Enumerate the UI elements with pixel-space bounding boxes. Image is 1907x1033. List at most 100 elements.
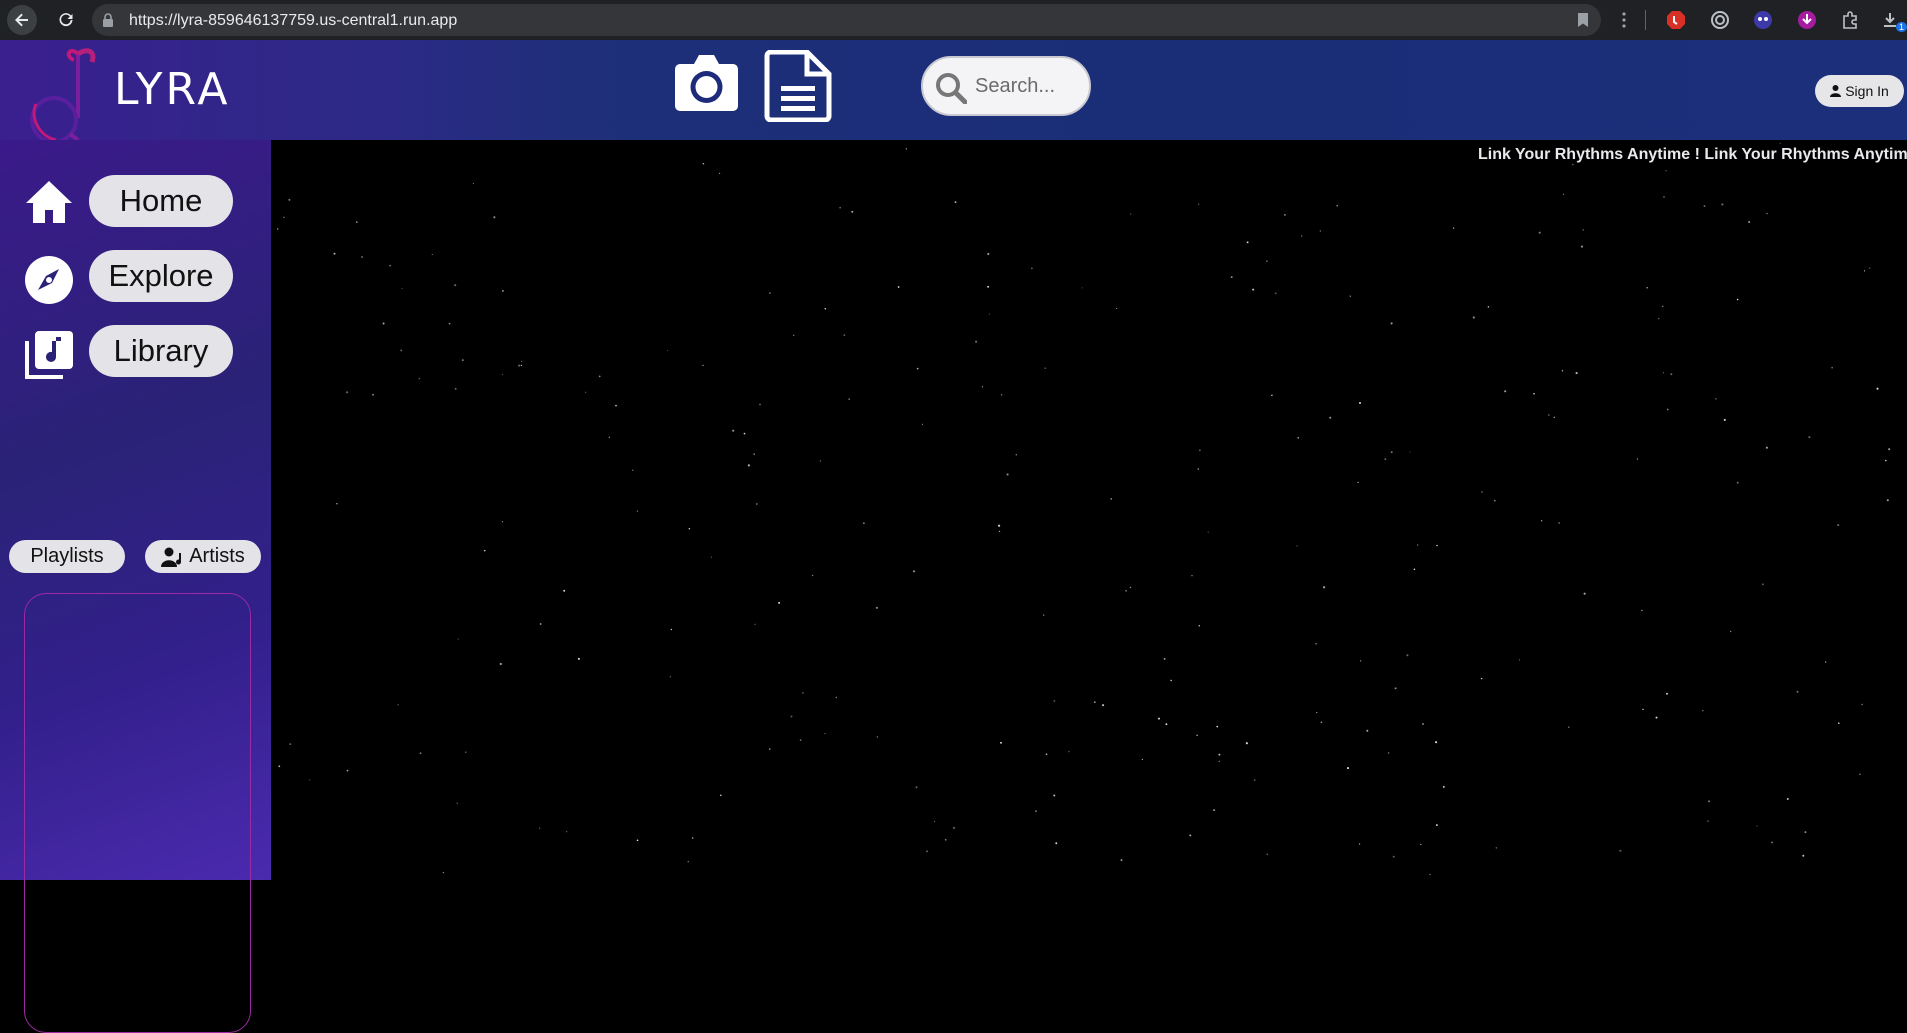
tab-playlists[interactable]: Playlists <box>9 540 125 573</box>
sidebar-item-home[interactable]: Home <box>0 175 271 261</box>
star <box>1296 545 1298 547</box>
logo-icon[interactable] <box>24 44 104 142</box>
target-extension-icon[interactable] <box>1710 10 1730 30</box>
star <box>520 364 523 367</box>
star <box>1580 245 1584 248</box>
reload-icon <box>59 13 73 27</box>
star <box>1366 729 1369 732</box>
explore-button[interactable]: Explore <box>89 250 233 302</box>
star <box>1547 414 1550 416</box>
star <box>1230 276 1233 279</box>
star <box>1125 589 1127 592</box>
star <box>1859 773 1861 775</box>
star <box>944 838 947 841</box>
document-icon[interactable] <box>763 50 833 122</box>
music-library-icon[interactable] <box>22 328 76 382</box>
star <box>667 349 669 351</box>
sign-in-button[interactable]: Sign In <box>1815 75 1904 107</box>
star <box>952 826 956 829</box>
star <box>1824 661 1827 663</box>
camera-icon[interactable] <box>674 52 739 112</box>
star <box>1495 847 1497 849</box>
compass-icon[interactable] <box>22 253 76 307</box>
download-badge: 1 <box>1896 22 1907 32</box>
search-input[interactable] <box>973 70 1083 102</box>
star <box>1646 286 1648 289</box>
home-icon[interactable] <box>22 175 76 229</box>
adblock-extension-icon[interactable] <box>1666 10 1686 30</box>
star <box>1802 854 1805 857</box>
star <box>1213 809 1215 811</box>
back-arrow-icon <box>15 13 28 27</box>
playlists-label: Playlists <box>30 545 104 567</box>
star <box>1102 704 1105 707</box>
star <box>1141 758 1143 760</box>
sidebar-item-explore[interactable]: Explore <box>0 250 271 336</box>
star <box>1831 366 1833 369</box>
star <box>819 460 821 462</box>
user-music-icon <box>161 547 182 567</box>
search-box[interactable] <box>921 56 1091 116</box>
star <box>1553 416 1555 418</box>
star <box>981 386 983 388</box>
star <box>1246 241 1249 244</box>
star <box>824 307 827 310</box>
address-bar[interactable]: https://lyra-859646137759.us-central1.ru… <box>92 4 1601 36</box>
bookmark-icon[interactable] <box>1577 12 1589 28</box>
star <box>702 364 704 367</box>
star <box>1189 834 1192 837</box>
star <box>778 601 781 604</box>
star <box>1387 752 1390 754</box>
star <box>1723 418 1726 421</box>
star <box>1558 522 1560 524</box>
library-button[interactable]: Library <box>89 325 233 377</box>
star <box>1568 726 1570 728</box>
star <box>1429 873 1431 876</box>
star <box>1053 700 1056 702</box>
star <box>448 322 451 325</box>
download-extension-icon[interactable] <box>1797 10 1817 30</box>
star <box>1666 408 1669 411</box>
star <box>1435 741 1438 744</box>
star <box>1808 436 1811 439</box>
star <box>1199 449 1201 451</box>
star <box>1409 451 1411 453</box>
more-vert-icon[interactable] <box>1621 12 1627 28</box>
star <box>382 322 385 325</box>
star <box>1271 394 1273 397</box>
star <box>615 404 617 407</box>
star <box>1006 473 1009 476</box>
star <box>1538 231 1541 234</box>
star <box>1442 785 1445 788</box>
back-button[interactable] <box>7 5 37 35</box>
star <box>1130 213 1132 215</box>
star <box>1708 800 1710 803</box>
star <box>1721 203 1724 206</box>
star <box>1045 753 1048 756</box>
star <box>636 510 638 512</box>
star <box>755 503 758 505</box>
star <box>1436 544 1438 547</box>
extensions-puzzle-icon[interactable] <box>1840 10 1860 30</box>
star <box>802 692 804 694</box>
tab-artists[interactable]: Artists <box>145 540 261 573</box>
user-icon <box>1830 85 1842 97</box>
star <box>278 765 281 768</box>
star <box>1266 853 1269 856</box>
toolbar-divider <box>1645 10 1646 30</box>
reload-button[interactable] <box>51 5 81 35</box>
home-button[interactable]: Home <box>89 175 233 227</box>
logo-text[interactable]: LYRA <box>114 64 230 115</box>
star <box>1346 767 1350 770</box>
sidebar-item-library[interactable]: Library <box>0 325 271 411</box>
star <box>851 210 854 213</box>
star <box>1885 459 1887 462</box>
bot-extension-icon[interactable] <box>1753 10 1773 30</box>
star <box>1487 306 1490 308</box>
star <box>843 334 846 336</box>
star <box>719 172 721 174</box>
star <box>289 743 292 745</box>
star <box>1561 370 1564 372</box>
star <box>1582 229 1584 231</box>
star <box>1043 614 1045 616</box>
